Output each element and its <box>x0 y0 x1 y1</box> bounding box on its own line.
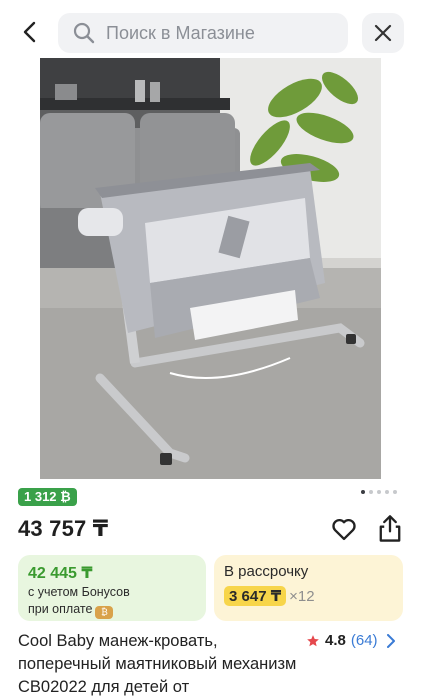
crib-illustration <box>40 58 381 479</box>
bonus-price-card[interactable]: 42 445 ₸ с учетом Бонусов при оплате ₿ <box>18 555 206 621</box>
installment-label: В рассрочку <box>224 563 309 580</box>
star-icon <box>307 634 319 646</box>
review-count[interactable]: (64) <box>351 632 378 649</box>
installment-monthly: 3 647 ₸ <box>224 586 287 606</box>
search-icon <box>73 22 95 44</box>
gallery-dot[interactable] <box>369 490 373 494</box>
installment-multiplier: ×12 <box>289 587 315 605</box>
search-input[interactable] <box>106 22 336 44</box>
share-button[interactable] <box>376 514 404 544</box>
gallery-dot[interactable] <box>393 490 397 494</box>
gallery-dots <box>361 490 397 494</box>
back-button[interactable] <box>14 16 46 48</box>
favorite-button[interactable] <box>330 515 358 543</box>
bonus-badge: 1 312 ₿ <box>18 488 77 506</box>
rating-value: 4.8 <box>325 632 346 649</box>
bonus-note-line1: с учетом Бонусов <box>28 585 130 599</box>
gallery-dot[interactable] <box>385 490 389 494</box>
search-field[interactable] <box>58 13 348 53</box>
top-bar <box>0 0 421 64</box>
close-icon <box>374 24 392 42</box>
share-icon <box>379 515 401 542</box>
bonus-note-line2-wrap: при оплате ₿ <box>28 601 196 619</box>
chevron-left-icon <box>23 21 36 43</box>
product-image[interactable] <box>40 58 381 479</box>
heart-icon <box>332 518 356 541</box>
product-price: 43 757 ₸ <box>18 516 109 541</box>
gallery-dot[interactable] <box>361 490 365 494</box>
bonus-price: 42 445 ₸ <box>28 565 93 582</box>
installment-card[interactable]: В рассрочку 3 647 ₸ ×12 <box>214 555 403 621</box>
installment-row: 3 647 ₸ ×12 <box>224 586 393 606</box>
close-button[interactable] <box>362 13 404 53</box>
bonus-note-line2: при оплате <box>28 602 93 616</box>
rating-link[interactable]: 4.8 (64) <box>306 632 396 649</box>
product-title: Cool Baby манеж-кровать, поперечный маят… <box>18 632 297 696</box>
chevron-right-icon <box>386 633 395 648</box>
gallery-dot[interactable] <box>377 490 381 494</box>
bonus-coin-icon: ₿ <box>95 606 114 619</box>
